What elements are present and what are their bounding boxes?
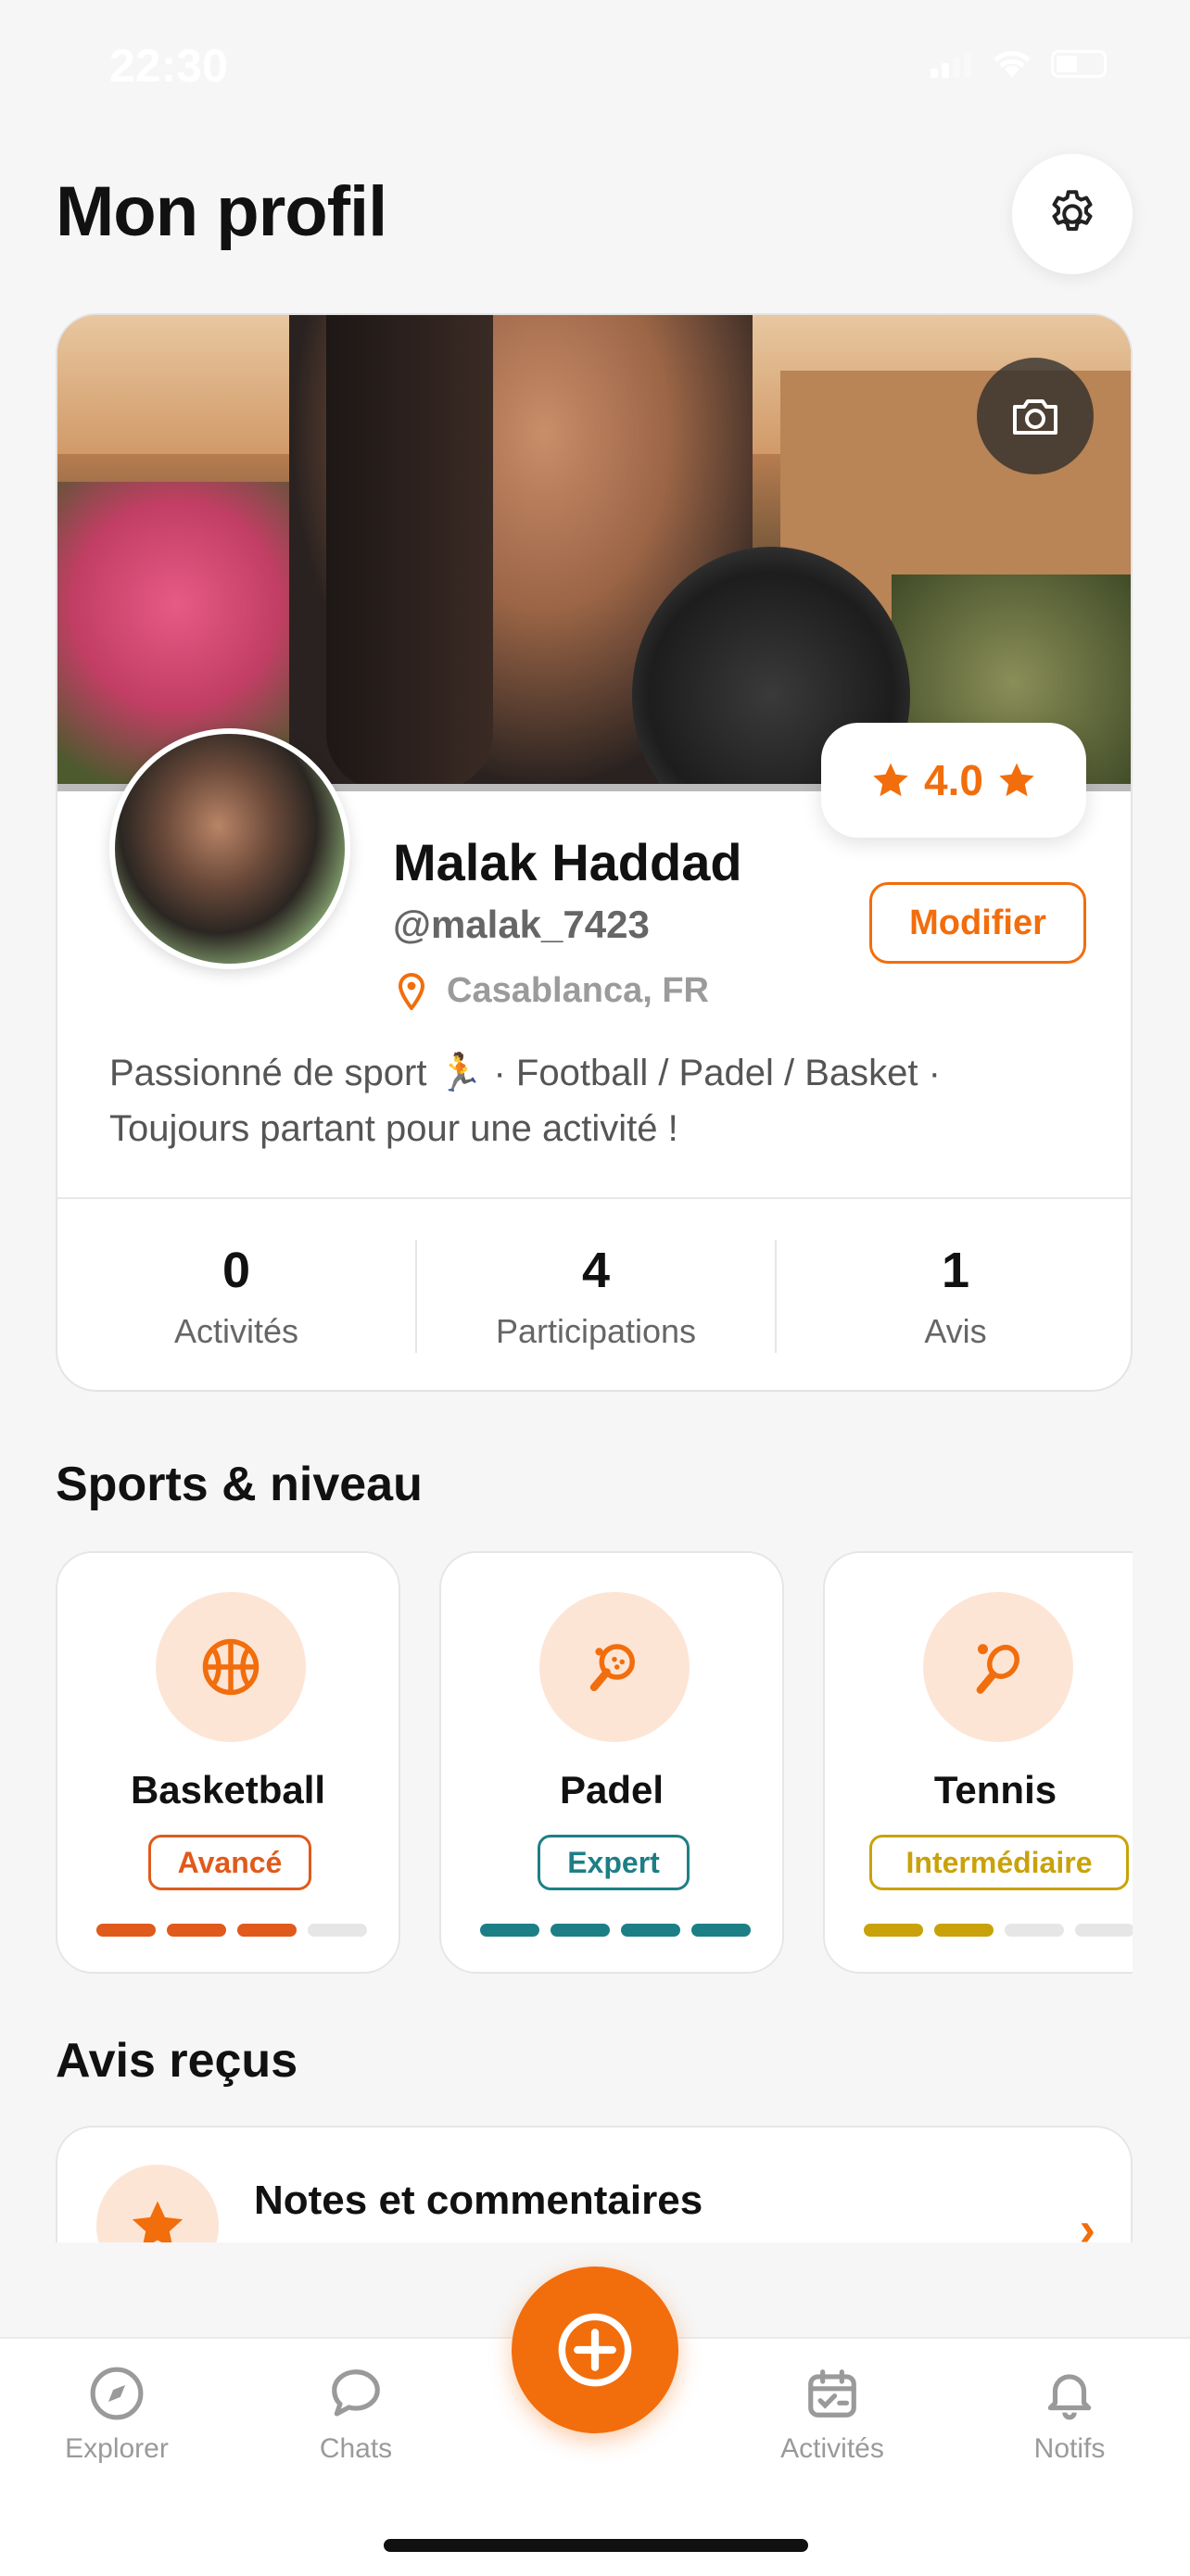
- sport-card-basketball[interactable]: Basketball Avancé: [56, 1551, 400, 1974]
- tab-chats[interactable]: Chats: [263, 2361, 449, 2465]
- avatar[interactable]: [109, 728, 350, 969]
- level-bars: [864, 1924, 1134, 1937]
- sport-name: Basketball: [130, 1768, 326, 1812]
- stat-value: 1: [941, 1243, 970, 1298]
- camera-icon: [1013, 399, 1057, 435]
- calendar-icon: [740, 2361, 925, 2426]
- sport-card-padel[interactable]: Padel Expert: [439, 1551, 784, 1974]
- home-indicator: [384, 2539, 808, 2552]
- compass-icon: [24, 2361, 209, 2426]
- tab-label: Explorer: [65, 2433, 169, 2464]
- level-bars: [96, 1924, 367, 1937]
- level-bars: [480, 1924, 751, 1937]
- stat-value: 0: [222, 1243, 251, 1298]
- stat-label: Avis: [924, 1312, 987, 1350]
- plus-circle-icon: [558, 2313, 632, 2387]
- change-cover-button[interactable]: [977, 358, 1094, 474]
- sport-name: Tennis: [933, 1768, 1057, 1812]
- tennis-icon: [923, 1592, 1073, 1742]
- signal-icon: [930, 50, 973, 78]
- page-title: Mon profil: [56, 172, 387, 251]
- create-activity-button[interactable]: [512, 2267, 678, 2433]
- level-badge: Expert: [538, 1835, 690, 1890]
- basketball-icon: [156, 1592, 306, 1742]
- bell-icon: [977, 2361, 1162, 2426]
- profile-handle: @malak_7423: [393, 903, 650, 946]
- profile-name: Malak Haddad: [393, 833, 742, 891]
- padel-icon: [539, 1592, 690, 1742]
- bio-line: Toujours partant pour une activité !: [109, 1108, 678, 1149]
- star-icon: [999, 763, 1034, 797]
- rating-value: 4.0: [924, 756, 983, 804]
- profile-bio: Passionné de sport 🏃 · Football / Padel …: [109, 1045, 1055, 1156]
- tab-activities[interactable]: Activités: [740, 2361, 925, 2465]
- chat-bubble-icon: [263, 2361, 449, 2426]
- rating-badge: 4.0: [821, 723, 1086, 838]
- bio-line: Passionné de sport 🏃 · Football / Padel …: [109, 1053, 941, 1093]
- tab-label: Activités: [780, 2433, 884, 2464]
- edit-profile-button[interactable]: Modifier: [869, 882, 1086, 964]
- settings-button[interactable]: [1012, 154, 1133, 274]
- tab-label: Chats: [319, 2433, 393, 2464]
- stat-value: 4: [581, 1243, 611, 1298]
- cover-photo: [57, 315, 1131, 789]
- status-time: 22:30: [109, 40, 228, 92]
- level-badge: Intermédiaire: [869, 1835, 1129, 1890]
- star-icon: [873, 763, 908, 797]
- profile-location: Casablanca, FR: [397, 971, 709, 1011]
- location-text: Casablanca, FR: [447, 971, 709, 1010]
- sport-name: Padel: [559, 1768, 665, 1812]
- stat-label: Participations: [495, 1312, 697, 1350]
- sport-card-tennis[interactable]: Tennis Intermédiaire: [823, 1551, 1168, 1974]
- location-pin-icon: [398, 972, 425, 1010]
- stat-participations: 4 Participations: [417, 1242, 775, 1351]
- reviews-card-title: Notes et commentaires: [254, 2178, 703, 2223]
- status-icons: [930, 48, 1107, 80]
- level-badge: Avancé: [148, 1835, 311, 1890]
- sports-section-title: Sports & niveau: [56, 1458, 423, 1511]
- stat-activities: 0 Activités: [57, 1242, 415, 1351]
- stat-label: Activités: [173, 1312, 299, 1350]
- battery-icon: [1051, 50, 1107, 78]
- gear-icon: [1052, 190, 1093, 231]
- tab-notifs[interactable]: Notifs: [977, 2361, 1162, 2465]
- tab-explorer[interactable]: Explorer: [24, 2361, 209, 2465]
- wifi-icon: [994, 51, 1031, 78]
- tab-label: Notifs: [1033, 2433, 1106, 2464]
- stat-reviews: 1 Avis: [777, 1242, 1131, 1351]
- reviews-section-title: Avis reçus: [56, 2034, 298, 2088]
